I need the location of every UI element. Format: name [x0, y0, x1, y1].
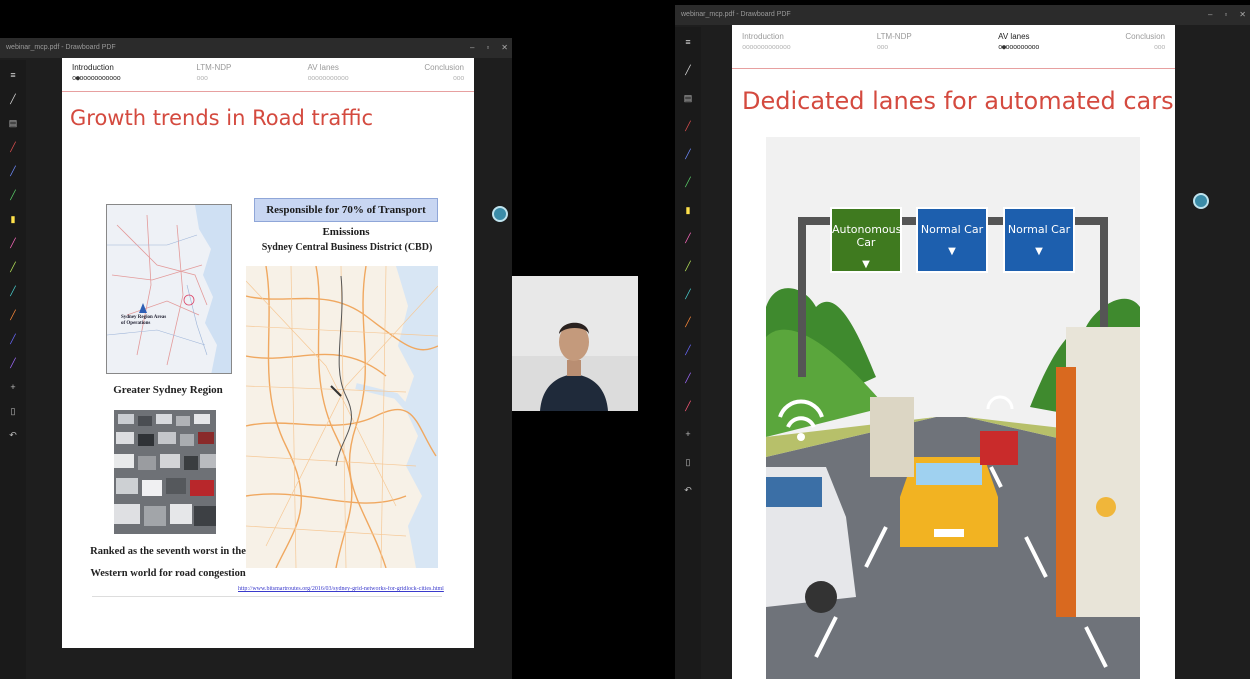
- pen-violet-icon[interactable]: ╱: [683, 373, 693, 383]
- undo-icon[interactable]: ↶: [8, 430, 18, 440]
- nav-ltm-ndp[interactable]: LTM-NDP ooo: [877, 31, 912, 68]
- menu-icon[interactable]: ≡: [683, 37, 693, 47]
- right-titlebar[interactable]: webinar_mcp.pdf - Drawboard PDF – ▫ ✕: [675, 5, 1250, 25]
- right-slide: Introduction ooooooooooooo LTM-NDP ooo A…: [732, 25, 1175, 679]
- fab-icon[interactable]: [1193, 193, 1209, 209]
- right-window-title: webinar_mcp.pdf - Drawboard PDF: [681, 11, 791, 18]
- pen-red-icon[interactable]: ╱: [683, 121, 693, 131]
- pen-rose-icon[interactable]: ╱: [683, 401, 693, 411]
- left-pdf-window: webinar_mcp.pdf - Drawboard PDF – ▫ ✕ ≡ …: [0, 38, 512, 679]
- speaker-video: [512, 276, 638, 411]
- pen-blue-icon[interactable]: ╱: [8, 166, 18, 176]
- nav-conclusion[interactable]: Conclusion ooo: [424, 62, 464, 91]
- pen-icon[interactable]: ╱: [683, 65, 693, 75]
- highlighter-icon[interactable]: ▮: [8, 214, 18, 224]
- link-underline-rule: [92, 596, 442, 597]
- nav-conclusion[interactable]: Conclusion ooo: [1125, 31, 1165, 68]
- left-slide-nav: Introduction o●ooooooooooo LTM-NDP ooo A…: [62, 58, 474, 92]
- sign-normal-car-1: Normal Car ▼: [916, 207, 988, 273]
- undo-icon[interactable]: ↶: [683, 485, 693, 495]
- menu-icon[interactable]: ≡: [8, 70, 18, 80]
- pen-pink-icon[interactable]: ╱: [683, 233, 693, 243]
- close-icon[interactable]: ✕: [501, 38, 508, 58]
- map-inset-label: Sydney Region Areas of Operations: [121, 315, 167, 326]
- congestion-caption-line1: Ranked as the seventh worst in the: [90, 546, 246, 557]
- pen-violet-icon[interactable]: ╱: [8, 358, 18, 368]
- plus-icon[interactable]: +: [8, 382, 18, 392]
- cbd-road-map: [246, 266, 438, 568]
- pen-orange-icon[interactable]: ╱: [8, 310, 18, 320]
- plus-icon[interactable]: +: [683, 429, 693, 439]
- maximize-icon[interactable]: ▫: [486, 38, 489, 58]
- left-slide: Introduction o●ooooooooooo LTM-NDP ooo A…: [62, 58, 474, 648]
- source-link[interactable]: http://www.bitsmartroutes.org/2016/03/sy…: [238, 586, 448, 592]
- sign-normal-car-2: Normal Car ▼: [1003, 207, 1075, 273]
- minimize-icon[interactable]: –: [470, 38, 474, 58]
- nav-av-lanes[interactable]: AV lanes ooooooooooo: [307, 62, 348, 91]
- left-slide-title: Growth trends in Road traffic: [70, 106, 374, 130]
- pages-icon[interactable]: ▤: [683, 93, 693, 103]
- left-window-title: webinar_mcp.pdf - Drawboard PDF: [6, 44, 116, 51]
- screen: webinar_mcp.pdf - Drawboard PDF – ▫ ✕ ≡ …: [0, 0, 1250, 679]
- left-titlebar[interactable]: webinar_mcp.pdf - Drawboard PDF – ▫ ✕: [0, 38, 512, 58]
- pen-icon[interactable]: ╱: [8, 94, 18, 104]
- maximize-icon[interactable]: ▫: [1224, 5, 1227, 25]
- speaker-graphic: [512, 276, 638, 411]
- fab-icon[interactable]: [492, 206, 508, 222]
- right-pdf-window: webinar_mcp.pdf - Drawboard PDF – ▫ ✕ ≡ …: [675, 5, 1250, 679]
- right-tool-strip: ≡ ╱ ▤ ╱ ╱ ╱ ▮ ╱ ╱ ╱ ╱ ╱ ╱ ╱ + ▯ ↶: [675, 27, 701, 679]
- down-arrow-icon: ▼: [1035, 246, 1043, 257]
- pen-lime-icon[interactable]: ╱: [8, 262, 18, 272]
- pen-teal-icon[interactable]: ╱: [8, 286, 18, 296]
- right-slide-title: Dedicated lanes for automated cars: [742, 87, 1174, 115]
- pen-teal-icon[interactable]: ╱: [683, 289, 693, 299]
- cbd-caption: Sydney Central Business District (CBD): [261, 242, 433, 253]
- sign-autonomous-car: Autonomous Car ▼: [830, 207, 902, 273]
- traffic-jam-photo: [114, 410, 216, 534]
- pen-red-icon[interactable]: ╱: [8, 142, 18, 152]
- sydney-region-map: Sydney Region Areas of Operations: [106, 204, 232, 374]
- trash-icon[interactable]: ▯: [683, 457, 693, 467]
- close-icon[interactable]: ✕: [1239, 5, 1246, 25]
- pen-orange-icon[interactable]: ╱: [683, 317, 693, 327]
- down-arrow-icon: ▼: [948, 246, 956, 257]
- down-arrow-icon: ▼: [862, 259, 870, 270]
- pen-green-icon[interactable]: ╱: [683, 177, 693, 187]
- nav-ltm-ndp[interactable]: LTM-NDP ooo: [196, 62, 231, 91]
- nav-av-lanes[interactable]: AV lanes o●ooooooooo: [998, 31, 1039, 68]
- trash-icon[interactable]: ▯: [8, 406, 18, 416]
- pen-green-icon[interactable]: ╱: [8, 190, 18, 200]
- pen-lime-icon[interactable]: ╱: [683, 261, 693, 271]
- congestion-caption-line2: Western world for road congestion: [90, 568, 246, 579]
- region-map-graphic: [107, 205, 231, 373]
- highlighter-icon[interactable]: ▮: [683, 205, 693, 215]
- nav-introduction[interactable]: Introduction ooooooooooooo: [742, 31, 791, 68]
- pen-pink-icon[interactable]: ╱: [8, 238, 18, 248]
- pages-icon[interactable]: ▤: [8, 118, 18, 128]
- right-slide-nav: Introduction ooooooooooooo LTM-NDP ooo A…: [732, 25, 1175, 69]
- pen-blue-icon[interactable]: ╱: [683, 149, 693, 159]
- greater-sydney-caption: Greater Sydney Region: [113, 384, 223, 396]
- minimize-icon[interactable]: –: [1208, 5, 1212, 25]
- left-tool-strip: ≡ ╱ ▤ ╱ ╱ ╱ ▮ ╱ ╱ ╱ ╱ ╱ ╱ + ▯ ↶: [0, 60, 26, 679]
- pen-indigo-icon[interactable]: ╱: [683, 345, 693, 355]
- av-lanes-illustration: Autonomous Car ▼ Normal Car ▼ Normal Car…: [766, 137, 1140, 679]
- emissions-callout: Responsible for 70% of Transport Emissio…: [254, 198, 438, 238]
- pen-indigo-icon[interactable]: ╱: [8, 334, 18, 344]
- nav-introduction[interactable]: Introduction o●ooooooooooo: [72, 62, 121, 91]
